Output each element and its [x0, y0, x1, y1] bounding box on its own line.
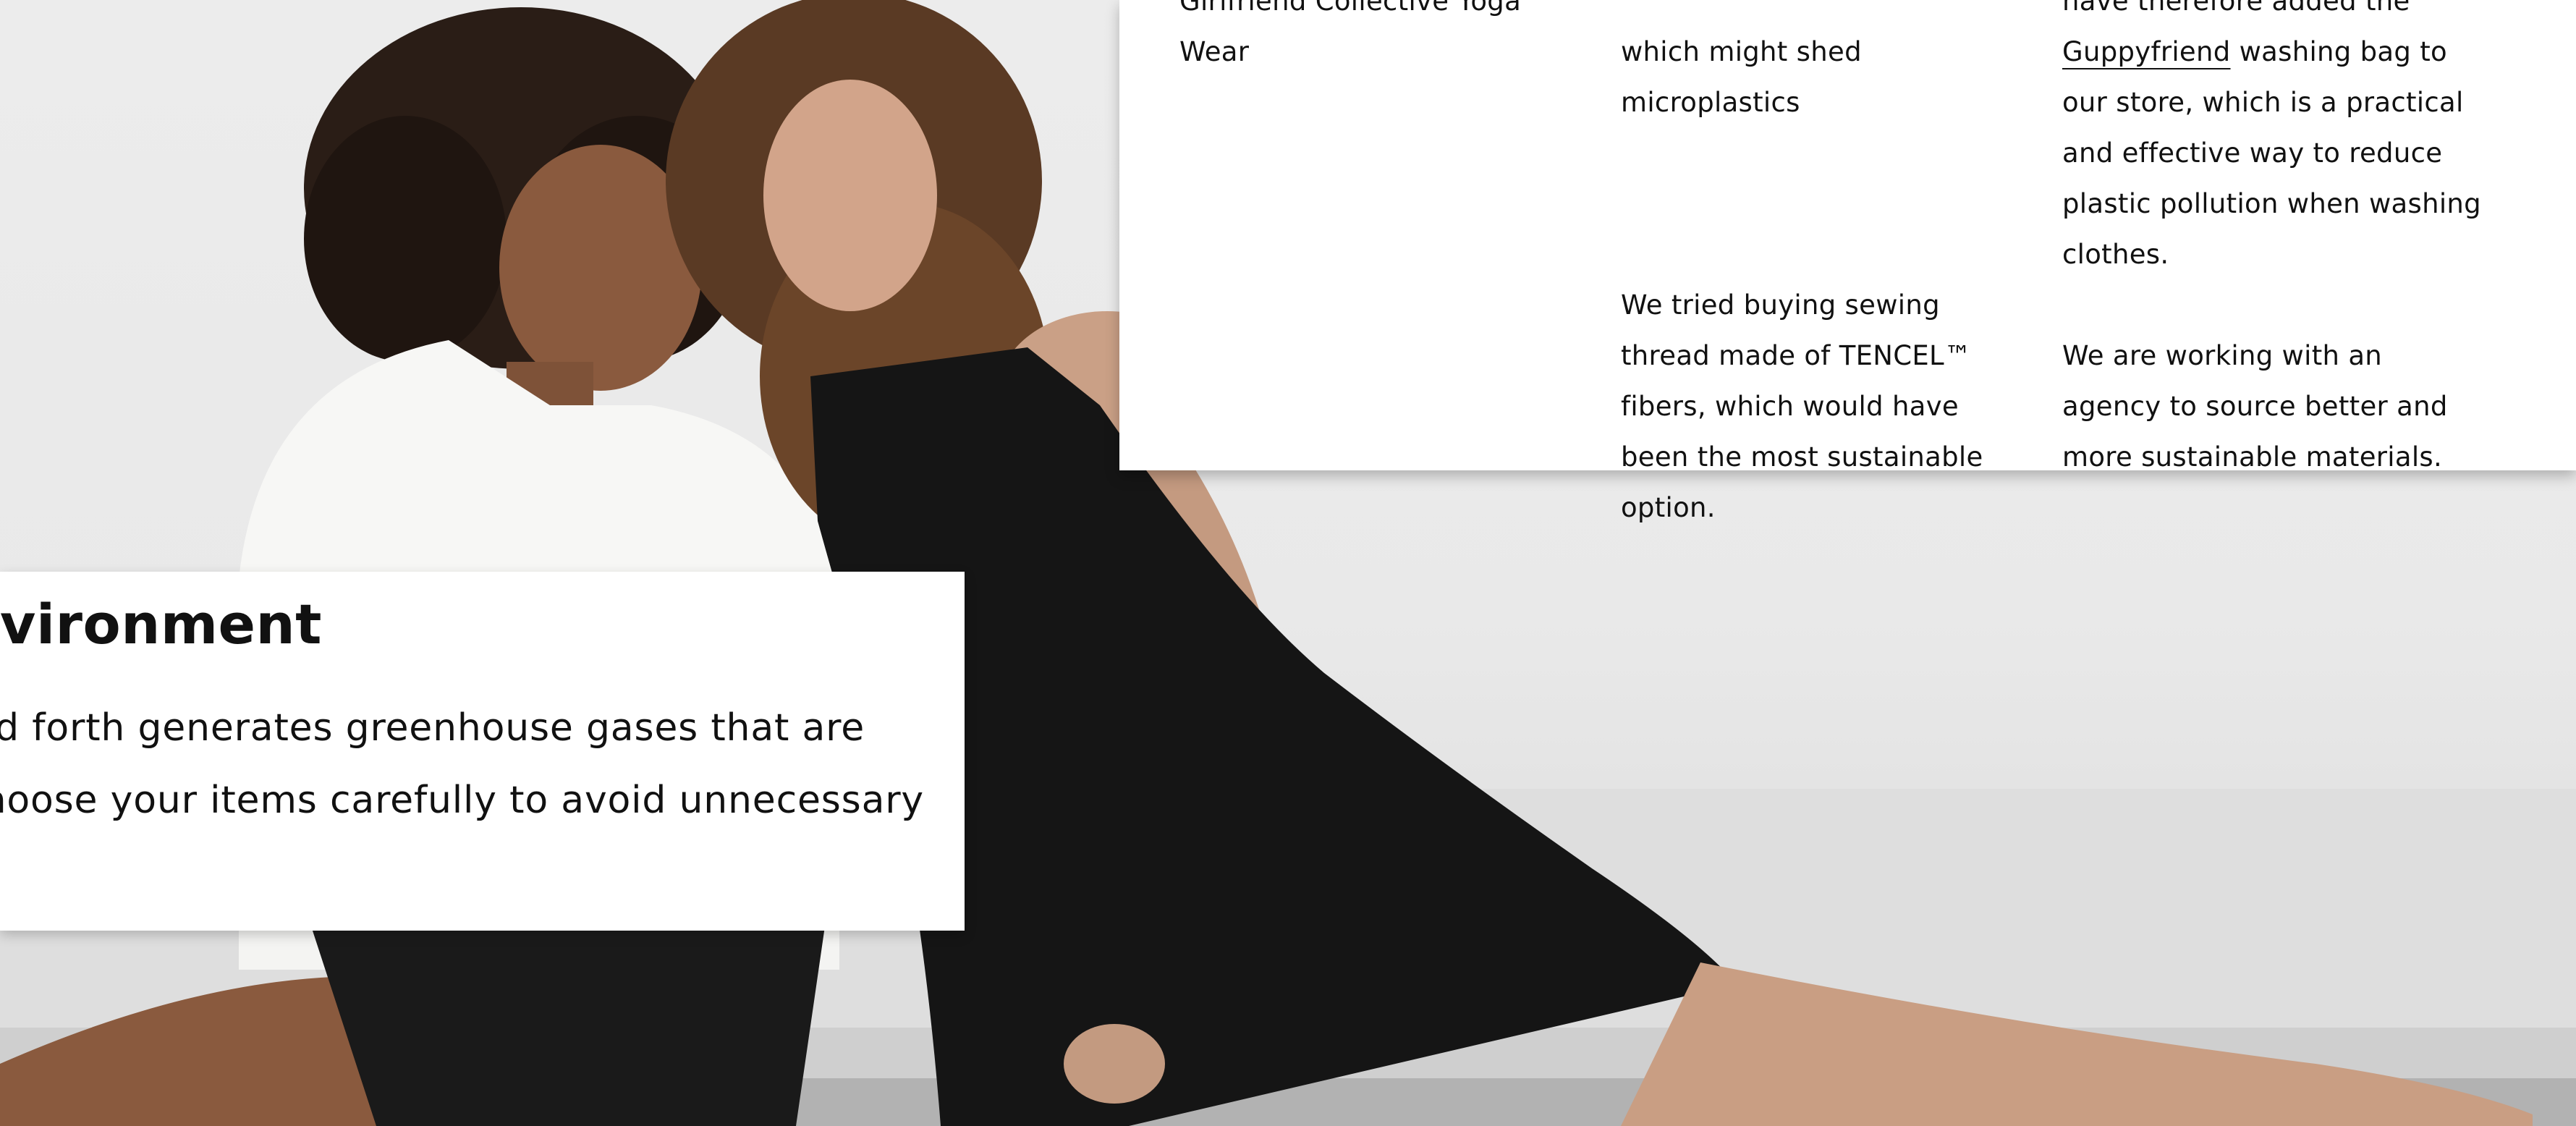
column-1-text: Girlfriend Collective Yoga Wear: [1179, 0, 1541, 77]
column-2-paragraph-a: which might shed microplastics: [1621, 36, 1862, 118]
column-3-paragraph-a: have therefore added the Guppyfriend was…: [2062, 0, 2482, 280]
column-1-line-1: Girlfriend Collective Yoga: [1179, 0, 1522, 17]
column-3-line-top: have therefore added the: [2062, 0, 2410, 17]
environment-text-line-2: u to choose your items carefully to avoi…: [0, 779, 924, 822]
info-column-1: Girlfriend Collective Yoga Wear: [1179, 0, 1541, 77]
environment-text-line-1: ack and forth generates greenhouse gases…: [0, 706, 865, 750]
materials-info-card: Girlfriend Collective Yoga Wear which mi…: [1119, 0, 2576, 523]
column-2-paragraph-b: We tried buying sewing thread made of TE…: [1621, 289, 1983, 523]
guppyfriend-link[interactable]: Guppyfriend: [2062, 36, 2231, 67]
info-column-3: have therefore added the Guppyfriend was…: [2062, 0, 2482, 483]
environment-card: environment ack and forth generates gree…: [0, 572, 965, 931]
column-3-paragraph-b: We are working with an agency to source …: [2062, 340, 2448, 473]
column-3-paragraph-a-rest: washing bag to our store, which is a pra…: [2062, 36, 2481, 270]
environment-heading: environment: [0, 592, 322, 656]
info-column-2: which might shed microplastics We tried …: [1621, 0, 2026, 533]
column-1-line-2: Wear: [1179, 36, 1250, 67]
